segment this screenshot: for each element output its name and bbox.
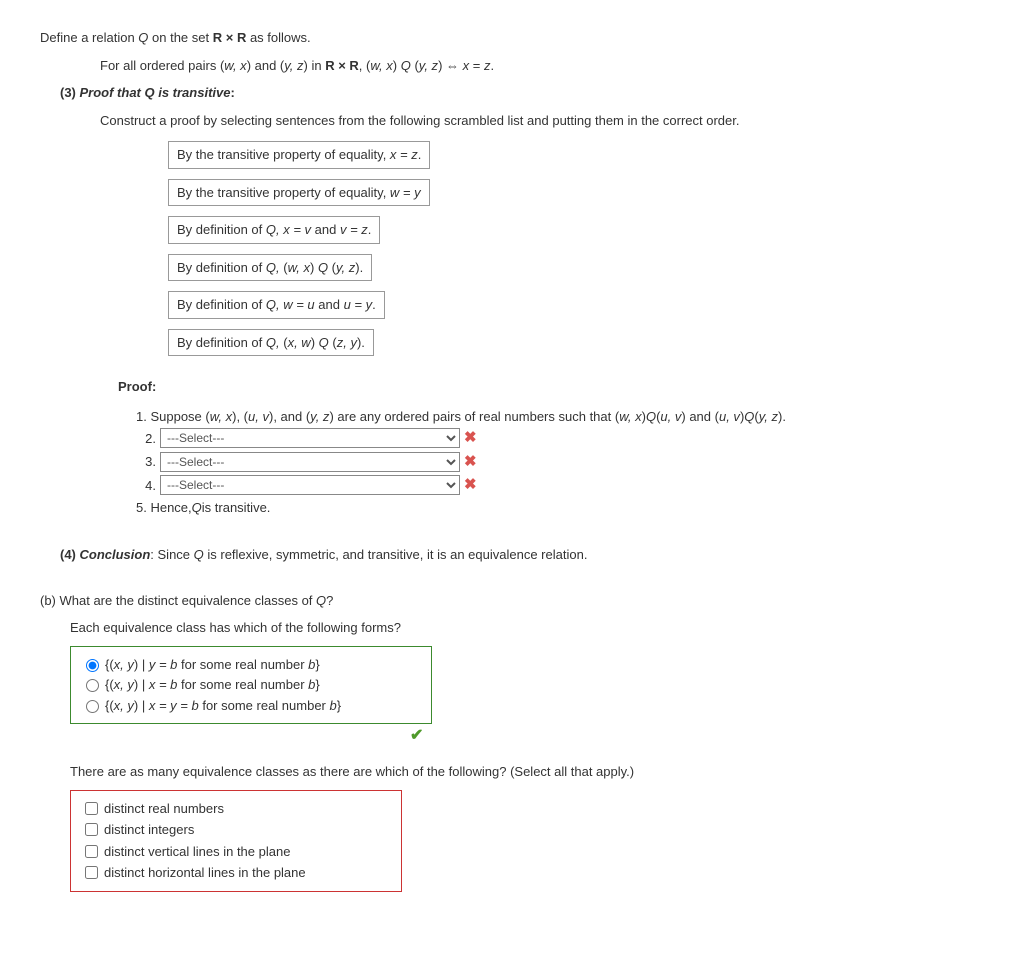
intro-line-1: Define a relation Q on the set R × R as …: [40, 28, 984, 48]
checkbox-input-2[interactable]: [85, 823, 98, 836]
sentence-option-2[interactable]: By the transitive property of equality, …: [168, 179, 430, 207]
checkbox-input-3[interactable]: [85, 845, 98, 858]
radio-input-2[interactable]: [86, 679, 99, 692]
checkbox-option-1[interactable]: distinct real numbers: [81, 799, 391, 819]
checkbox-prompt: There are as many equivalence classes as…: [70, 762, 984, 782]
radio-input-1[interactable]: [86, 659, 99, 672]
radio-input-3[interactable]: [86, 700, 99, 713]
proof-step-1: 1. Suppose (w, x), (u, v), and (y, z) ar…: [136, 407, 984, 427]
sentence-option-3[interactable]: By definition of Q, x = v and v = z.: [168, 216, 380, 244]
checkbox-input-4[interactable]: [85, 866, 98, 879]
x-icon: ✖: [464, 451, 477, 474]
intro-line-2: For all ordered pairs (w, x) and (y, z) …: [100, 56, 984, 76]
sentence-option-4[interactable]: By definition of Q, (w, x) Q (y, z).: [168, 254, 372, 282]
proof-step-5: 5. Hence, Q is transitive.: [136, 498, 984, 518]
proof-step-3-select[interactable]: ---Select---: [160, 452, 460, 472]
sentence-option-5[interactable]: By definition of Q, w = u and u = y.: [168, 291, 385, 319]
part-b-sub: Each equivalence class has which of the …: [70, 618, 984, 638]
checkbox-option-2[interactable]: distinct integers: [81, 820, 391, 840]
radio-option-3[interactable]: {(x, y) | x = y = b for some real number…: [81, 697, 421, 715]
radio-option-2[interactable]: {(x, y) | x = b for some real number b}: [81, 676, 421, 694]
checkbox-option-4[interactable]: distinct horizontal lines in the plane: [81, 863, 391, 883]
count-options: distinct real numbers distinct integers …: [70, 790, 402, 892]
scrambled-sentences: By the transitive property of equality, …: [168, 138, 984, 359]
part3-heading: (3) Proof that Q is transitive:: [60, 83, 984, 103]
proof-heading: Proof:: [118, 377, 984, 397]
part3-instruction: Construct a proof by selecting sentences…: [100, 111, 984, 131]
sentence-option-6[interactable]: By definition of Q, (x, w) Q (z, y).: [168, 329, 374, 357]
checkbox-option-3[interactable]: distinct vertical lines in the plane: [81, 842, 391, 862]
checkbox-input-1[interactable]: [85, 802, 98, 815]
equivalence-class-options: {(x, y) | y = b for some real number b} …: [70, 646, 432, 725]
part4-conclusion: (4) Conclusion: Since Q is reflexive, sy…: [60, 545, 984, 565]
x-icon: ✖: [464, 427, 477, 450]
proof-step-4-select[interactable]: ---Select---: [160, 475, 460, 495]
radio-option-1[interactable]: {(x, y) | y = b for some real number b}: [81, 656, 421, 674]
x-icon: ✖: [464, 474, 477, 497]
sentence-option-1[interactable]: By the transitive property of equality, …: [168, 141, 430, 169]
proof-step-2-select[interactable]: ---Select---: [160, 428, 460, 448]
part-b-heading: (b) What are the distinct equivalence cl…: [40, 591, 984, 611]
check-icon: ✔: [410, 724, 984, 748]
proof-steps: 1. Suppose (w, x), (u, v), and (y, z) ar…: [136, 407, 984, 518]
